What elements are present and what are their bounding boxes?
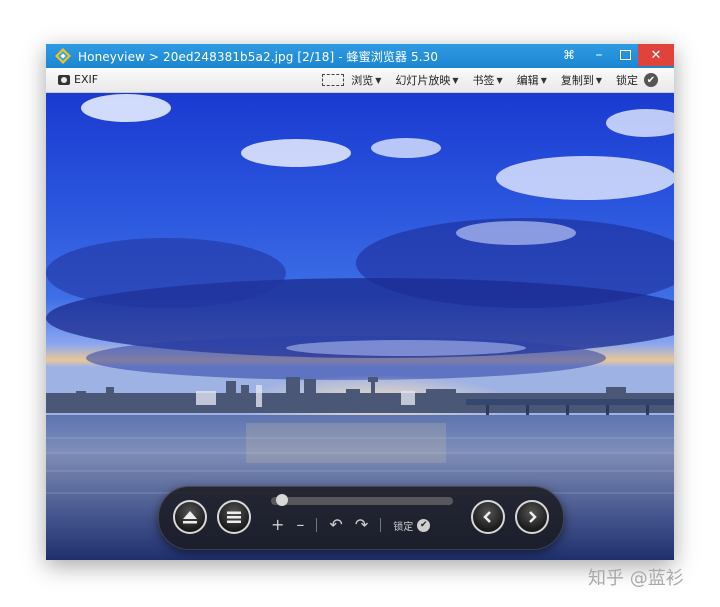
minimize-icon: – <box>595 47 603 63</box>
menu-edit-label: 编辑 <box>516 74 539 87</box>
menu-bookmarks[interactable]: 书签 ▼ <box>473 72 503 88</box>
pin-icon: ⌘ <box>563 48 575 62</box>
lock-toggle[interactable]: 锁定 ✔ <box>393 518 431 533</box>
tool-icons-group: + – ↶ ↷ 锁定 ✔ <box>271 517 431 533</box>
lock-check-icon: ✔ <box>644 73 658 87</box>
maximize-button[interactable] <box>612 44 638 66</box>
view-mode-icon <box>322 74 345 86</box>
zoom-out-button[interactable]: – <box>296 517 304 533</box>
rotate-right-button[interactable]: ↷ <box>355 517 368 533</box>
pin-button[interactable]: ⌘ <box>554 44 584 66</box>
watermark-text: 知乎 @蓝衫 <box>588 568 684 589</box>
close-icon: ✕ <box>650 47 662 63</box>
eject-icon <box>183 511 197 524</box>
app-window: Honeyview > 20ed248381b5a2.jpg [2/18] - … <box>46 44 674 560</box>
menu-lock-label: 锁定 <box>616 74 638 87</box>
zoom-in-button[interactable]: + <box>271 517 284 533</box>
menu-browse[interactable]: 浏览 ▼ <box>322 72 381 88</box>
menu-bar: EXIF 浏览 ▼ 幻灯片放映 ▼ 书签 ▼ 编辑 ▼ 复制到 ▼ 锁定 ✔ <box>46 68 674 93</box>
title-bar[interactable]: Honeyview > 20ed248381b5a2.jpg [2/18] - … <box>46 44 674 68</box>
position-slider[interactable] <box>271 497 453 505</box>
honeyview-logo-icon <box>55 48 71 64</box>
menu-bookmarks-label: 书签 <box>472 74 495 87</box>
prev-icon <box>483 511 491 523</box>
rotate-left-button[interactable]: ↶ <box>329 517 342 533</box>
lock-toggle-label: 锁定 <box>393 521 414 533</box>
dropdown-arrow-icon: ▼ <box>452 75 459 85</box>
menu-browse-label: 浏览 <box>351 74 374 87</box>
next-icon <box>529 511 537 523</box>
camera-icon <box>58 74 70 85</box>
next-image-button[interactable] <box>515 500 549 534</box>
menu-slideshow-label: 幻灯片放映 <box>395 74 451 87</box>
image-viewport[interactable]: + – ↶ ↷ 锁定 ✔ <box>46 93 674 560</box>
menu-copy-to[interactable]: 复制到 ▼ <box>561 72 602 88</box>
eject-button[interactable] <box>173 500 207 534</box>
dropdown-arrow-icon: ▼ <box>595 75 602 85</box>
exif-label: EXIF <box>74 73 99 86</box>
exif-button[interactable]: EXIF <box>58 73 98 86</box>
window-title: Honeyview > 20ed248381b5a2.jpg [2/18] - … <box>78 50 439 64</box>
dropdown-arrow-icon: ▼ <box>496 75 503 85</box>
menu-button[interactable] <box>217 500 251 534</box>
close-button[interactable]: ✕ <box>638 44 674 66</box>
dropdown-arrow-icon: ▼ <box>540 75 547 85</box>
separator <box>316 518 318 532</box>
maximize-icon <box>619 50 631 60</box>
slider-thumb[interactable] <box>276 494 289 506</box>
dropdown-arrow-icon: ▼ <box>375 75 382 85</box>
menu-slideshow[interactable]: 幻灯片放映 ▼ <box>395 72 458 88</box>
menu-copy-to-label: 复制到 <box>560 74 594 87</box>
minimize-button[interactable]: – <box>586 44 612 66</box>
menu-edit[interactable]: 编辑 ▼ <box>517 72 547 88</box>
menu-right-group: 浏览 ▼ 幻灯片放映 ▼ 书签 ▼ 编辑 ▼ 复制到 ▼ 锁定 ✔ <box>322 72 658 88</box>
prev-image-button[interactable] <box>471 500 505 534</box>
lock-check-icon: ✔ <box>417 518 431 532</box>
separator <box>380 518 382 532</box>
menu-lock[interactable]: 锁定 ✔ <box>616 72 658 88</box>
floating-toolbar: + – ↶ ↷ 锁定 ✔ <box>158 486 564 550</box>
menu-icon <box>227 511 241 523</box>
